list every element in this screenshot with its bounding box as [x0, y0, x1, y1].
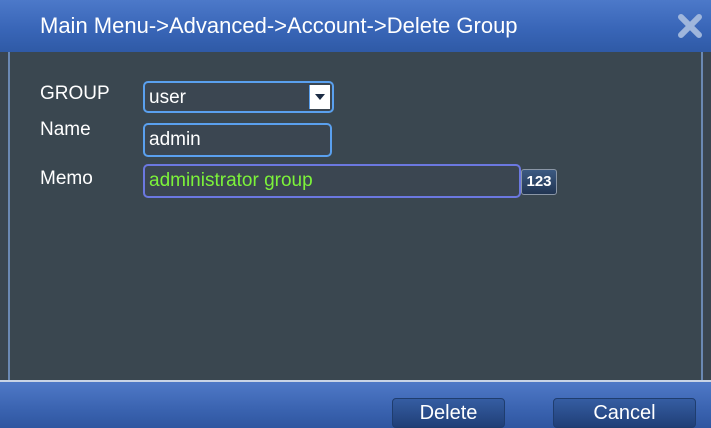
group-value: user [149, 87, 186, 108]
form-panel: GROUP user Name admin Memo administrator… [8, 52, 703, 380]
name-label: Name [40, 119, 91, 140]
window-title: Main Menu->Advanced->Account->Delete Gro… [40, 13, 518, 38]
name-field[interactable]: admin [143, 123, 332, 157]
close-icon[interactable] [677, 13, 703, 39]
footer-bar: Delete Cancel [0, 380, 711, 428]
delete-button[interactable]: Delete [392, 398, 505, 428]
group-dropdown[interactable]: user [143, 81, 334, 113]
memo-label: Memo [40, 168, 93, 189]
keyboard-123-button[interactable]: 123 [521, 169, 557, 195]
memo-field[interactable]: administrator group [143, 164, 521, 198]
cancel-button[interactable]: Cancel [553, 398, 696, 428]
memo-value: administrator group [149, 170, 313, 191]
title-bar: Main Menu->Advanced->Account->Delete Gro… [0, 0, 711, 52]
name-value: admin [149, 129, 201, 150]
group-label: GROUP [40, 83, 110, 104]
chevron-down-icon[interactable] [309, 85, 330, 109]
delete-group-dialog: Main Menu->Advanced->Account->Delete Gro… [0, 0, 711, 428]
